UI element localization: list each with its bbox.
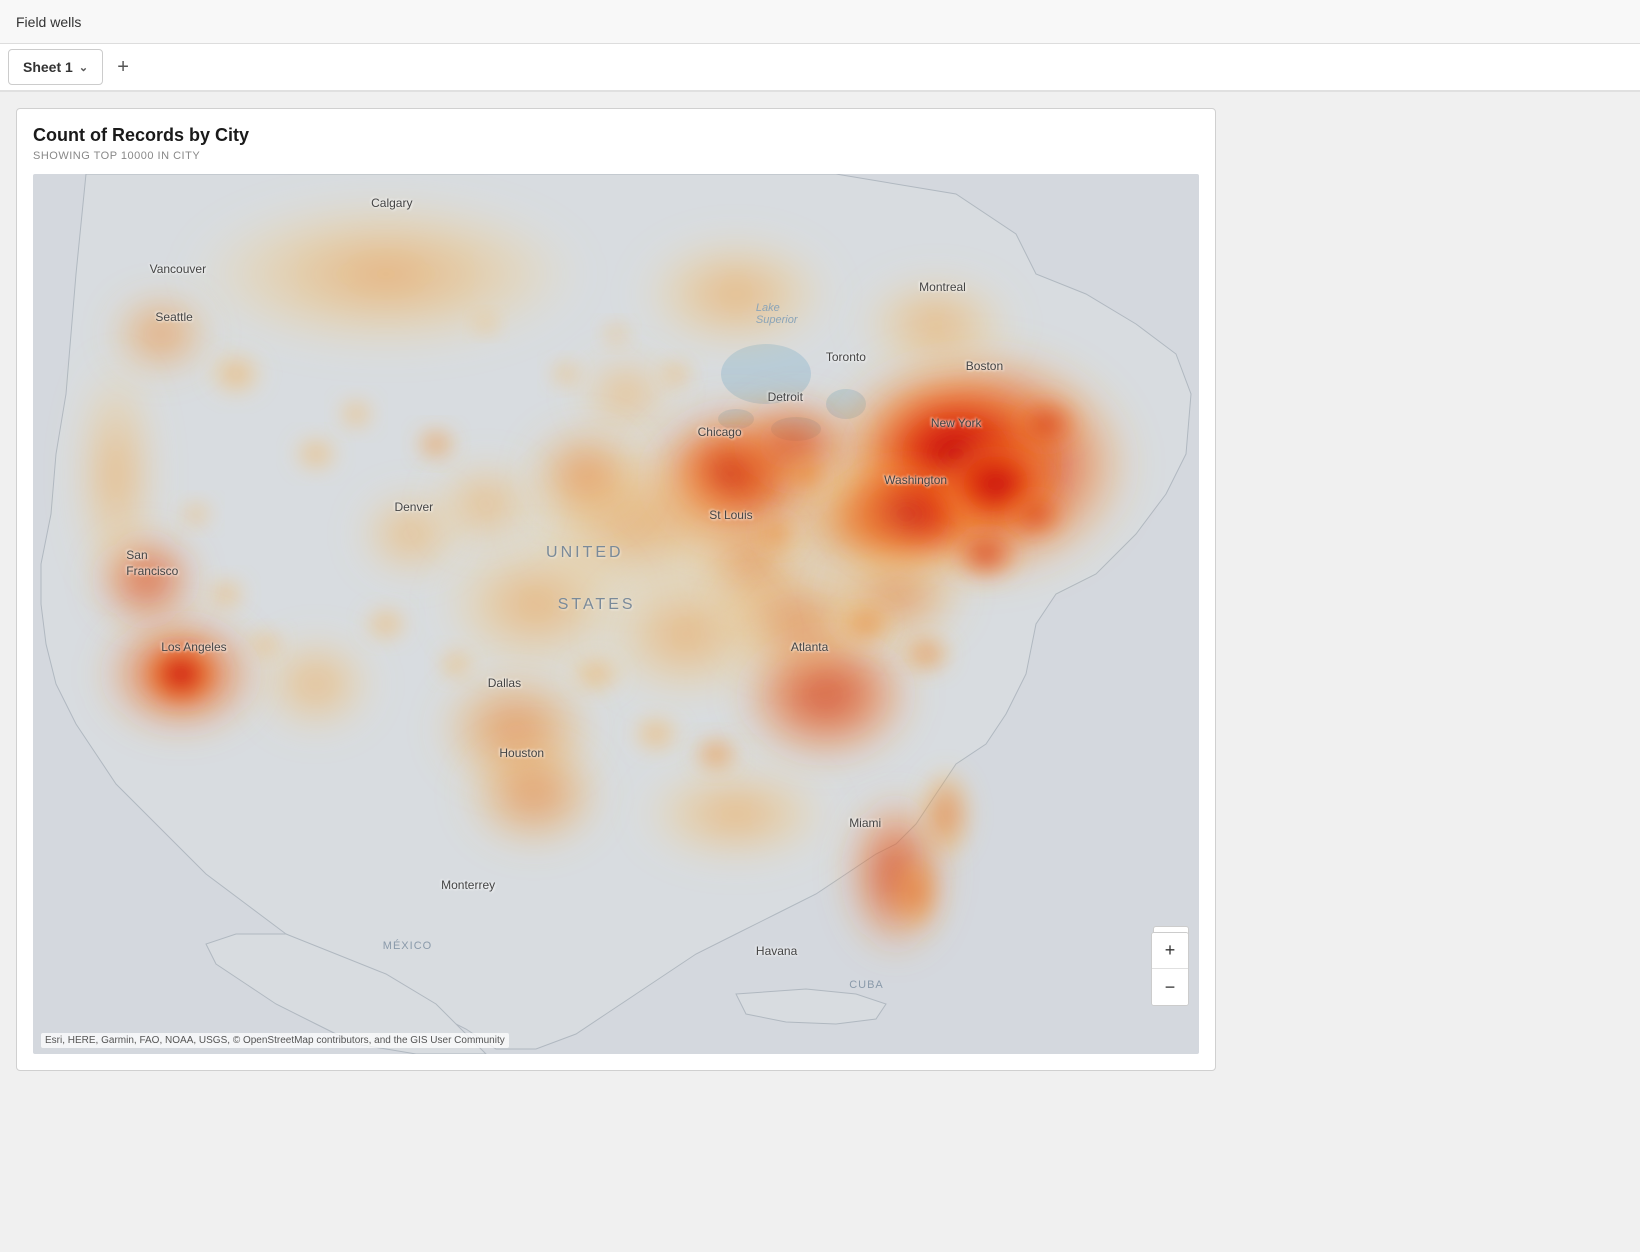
add-sheet-button[interactable]: + <box>107 51 139 83</box>
zoom-in-button[interactable]: + <box>1152 933 1188 969</box>
chart-subtitle: SHOWING TOP 10000 IN CITY <box>33 150 1199 162</box>
sheet-1-tab-label: Sheet 1 <box>23 59 73 75</box>
chart-title: Count of Records by City <box>33 125 1199 146</box>
map-attribution: Esri, HERE, Garmin, FAO, NOAA, USGS, © O… <box>41 1033 509 1048</box>
chart-container: Count of Records by City SHOWING TOP 100… <box>16 108 1216 1071</box>
sheet-tabs-bar: Sheet 1 ⌄ + <box>0 44 1640 92</box>
chevron-down-icon: ⌄ <box>79 61 88 74</box>
main-content: Count of Records by City SHOWING TOP 100… <box>0 92 1640 1087</box>
map-zoom-controls: + − <box>1151 932 1189 1006</box>
map-svg <box>33 174 1199 1054</box>
field-wells-title: Field wells <box>16 14 81 30</box>
map-wrapper[interactable]: Calgary Vancouver Seattle SanFrancisco L… <box>33 174 1199 1054</box>
top-bar: Field wells <box>0 0 1640 44</box>
sheet-1-tab[interactable]: Sheet 1 ⌄ <box>8 49 103 85</box>
zoom-out-button[interactable]: − <box>1152 969 1188 1005</box>
